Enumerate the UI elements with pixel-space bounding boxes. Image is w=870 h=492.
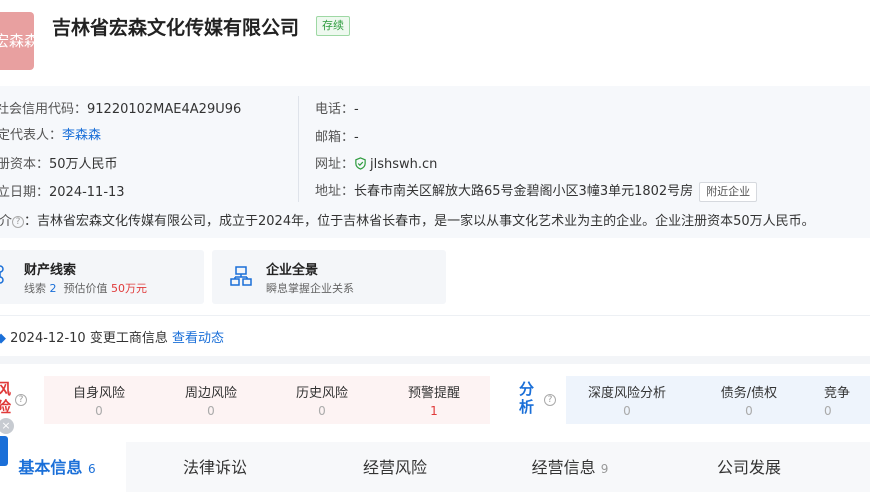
section-gap — [0, 356, 870, 364]
phone-value: - — [354, 102, 359, 117]
analysis-block: 深度风险分析 0 债务/债权 0 竞争 0 — [566, 376, 870, 424]
bell-icon: ◆ — [0, 331, 6, 346]
email-row: 邮箱：- — [315, 126, 359, 145]
legal-rep-link[interactable]: 李森森 — [62, 128, 101, 143]
address-value: 长春市南关区解放大路65号金碧阁小区3幢3单元1802号房 — [354, 184, 694, 199]
analysis-tile-competition[interactable]: 竞争 0 — [824, 376, 870, 418]
address-label: 地址： — [315, 184, 355, 199]
intro-row: 简介?：吉林省宏森文化传媒有限公司，成立于2024年，位于吉林省长春市，是一家以… — [0, 210, 815, 229]
credit-code-label: 统一社会信用代码： — [0, 102, 88, 117]
tab-operating-info[interactable]: 经营信息 9 — [505, 442, 635, 492]
legal-rep-row: 法定代表人：李森森 — [0, 124, 101, 143]
phone-row: 电话：- — [315, 98, 359, 117]
view-dynamic-link[interactable]: 查看动态 — [172, 331, 224, 346]
intro-text: ：吉林省宏森文化传媒有限公司，成立于2024年，位于吉林省长春市，是一家以从事文… — [24, 214, 815, 229]
company-logo: 宏森森 — [0, 12, 34, 70]
org-chart-icon — [230, 266, 252, 286]
capital-value: 50万人民币 — [49, 157, 118, 172]
legal-rep-label: 法定代表人： — [0, 128, 63, 143]
risk-block: 自身风险 0 周边风险 0 历史风险 0 预警提醒 1 — [44, 376, 490, 424]
risk-tile-surrounding[interactable]: 周边风险 0 — [161, 376, 261, 418]
phone-label: 电话： — [315, 102, 355, 117]
help-icon[interactable]: ? — [12, 216, 25, 228]
risk-help-icon[interactable]: ? — [15, 394, 27, 406]
property-clue-icon — [0, 265, 4, 284]
email-label: 邮箱： — [315, 130, 355, 145]
capital-label: 注册资本： — [0, 157, 50, 172]
email-value: - — [354, 130, 359, 145]
risk-tile-warning[interactable]: 预警提醒 1 — [384, 376, 484, 418]
property-clue-title: 财产线索 — [24, 263, 77, 278]
analysis-help-icon[interactable]: ? — [544, 394, 556, 406]
capital-row: 注册资本：50万人民币 — [0, 153, 118, 172]
section-tabs: 基本信息 6 法律诉讼 经营风险 经营信息 9 公司发展 — [0, 442, 870, 492]
shield-check-icon — [355, 157, 366, 170]
risk-tile-history[interactable]: 历史风险 0 — [272, 376, 372, 418]
analysis-tile-deep-risk[interactable]: 深度风险分析 0 — [576, 376, 678, 418]
tab-basic-info[interactable]: 基本信息 6 — [0, 442, 126, 492]
property-clue-card[interactable]: 财产线索 线索 2 预估价值 50万元 — [0, 250, 204, 304]
address-row: 地址：长春市南关区解放大路65号金碧阁小区3幢3单元1802号房 附近企业 — [315, 180, 758, 202]
enterprise-panorama-card[interactable]: 企业全景 瞬息掌握企业关系 — [212, 250, 446, 304]
panorama-subtitle: 瞬息掌握企业关系 — [266, 282, 354, 295]
website-link[interactable]: jlshswh.cn — [370, 157, 437, 172]
divider — [0, 315, 870, 316]
intro-label: 简介 — [0, 214, 13, 229]
credit-code-row: 统一社会信用代码：91220102MAE4A29U96 — [0, 98, 241, 117]
founded-label: 成立日期： — [0, 185, 50, 200]
latest-dynamic: ◆ 2024-12-10 变更工商信息 查看动态 — [0, 327, 224, 346]
analysis-tile-debt[interactable]: 债务/债权 0 — [699, 376, 799, 418]
dynamic-text: 2024-12-10 变更工商信息 — [10, 331, 168, 346]
close-icon[interactable]: × — [0, 418, 14, 434]
website-row: 网址： jlshswh.cn — [315, 153, 437, 172]
info-divider — [298, 96, 299, 202]
property-clue-subtitle: 线索 2 预估价值 50万元 — [24, 282, 147, 295]
panorama-title: 企业全景 — [266, 263, 319, 278]
analysis-title: 分析 — [519, 380, 535, 416]
side-indicator — [0, 436, 8, 466]
risk-title: 风险 — [0, 380, 12, 416]
nearby-companies-button[interactable]: 附近企业 — [699, 181, 758, 202]
risk-tile-self[interactable]: 自身风险 0 — [49, 376, 149, 418]
status-badge: 存续 — [316, 16, 350, 36]
estimated-value: 50万元 — [111, 282, 147, 295]
website-label: 网址： — [315, 157, 355, 172]
founded-value: 2024-11-13 — [49, 185, 125, 200]
founded-row: 成立日期：2024-11-13 — [0, 181, 125, 200]
tab-operating-risk[interactable]: 经营风险 — [330, 442, 460, 492]
clue-count: 2 — [49, 282, 57, 295]
tab-legal[interactable]: 法律诉讼 — [150, 442, 280, 492]
company-name: 吉林省宏森文化传媒有限公司 — [52, 17, 300, 39]
credit-code-value[interactable]: 91220102MAE4A29U96 — [87, 102, 241, 117]
info-panel: 统一社会信用代码：91220102MAE4A29U96 法定代表人：李森森 注册… — [0, 86, 870, 238]
tab-development[interactable]: 公司发展 — [684, 442, 814, 492]
